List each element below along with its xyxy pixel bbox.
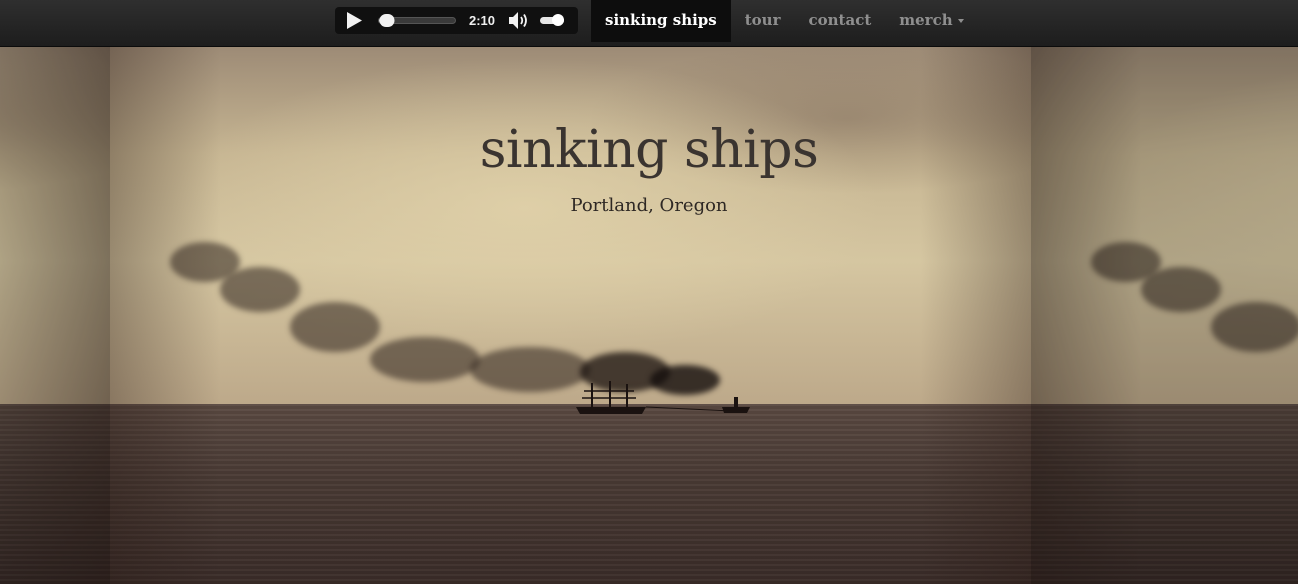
nav-item-label: contact (808, 11, 872, 29)
nav-item-contact[interactable]: contact (795, 0, 886, 42)
nav-item-tour[interactable]: tour (731, 0, 795, 42)
nav-item-label: merch (899, 11, 953, 29)
volume-slider[interactable] (540, 14, 564, 26)
play-icon[interactable] (345, 11, 363, 30)
dropdown-caret-icon (957, 19, 964, 23)
audio-player: 2:10 (335, 7, 578, 34)
volume-icon[interactable] (508, 11, 530, 30)
top-navbar: 2:10 sinking ships tour contact merch (0, 0, 1298, 47)
volume-handle[interactable] (552, 14, 564, 26)
nav-item-label: sinking ships (605, 11, 717, 29)
seek-bar[interactable] (378, 14, 456, 27)
seek-handle[interactable] (379, 14, 395, 27)
main-nav: sinking ships tour contact merch (591, 0, 978, 42)
nav-item-label: tour (744, 11, 781, 29)
nav-item-home[interactable]: sinking ships (591, 0, 731, 42)
page-title: sinking ships (479, 120, 819, 180)
playback-time: 2:10 (469, 13, 496, 28)
nav-item-merch[interactable]: merch (885, 0, 977, 42)
band-location: Portland, Oregon (570, 195, 728, 216)
